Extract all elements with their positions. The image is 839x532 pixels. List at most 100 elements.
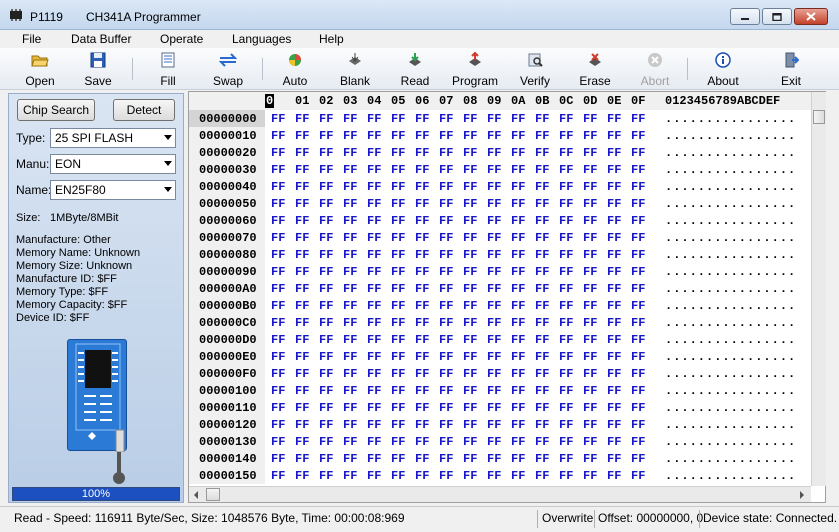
hex-byte-cell[interactable]: FF [535, 265, 549, 279]
hex-byte-cell[interactable]: FF [391, 214, 405, 228]
hex-byte-cell[interactable]: FF [439, 248, 453, 262]
hex-byte-cell[interactable]: FF [535, 316, 549, 330]
hex-byte-cell[interactable]: FF [463, 435, 477, 449]
hex-byte-cell[interactable]: FF [535, 418, 549, 432]
hex-byte-cell[interactable]: FF [511, 418, 525, 432]
hex-byte-cell[interactable]: FF [487, 129, 501, 143]
hex-row[interactable]: 00000040 FF FF FF FF FF FF FF FF FF FF FF FF FF FF FF FF… [189, 178, 811, 195]
hex-byte-cell[interactable]: FF [487, 418, 501, 432]
hex-byte-cell[interactable]: FF [583, 282, 597, 296]
hex-row[interactable]: 000000D0 FF FF FF FF FF FF FF FF FF FF FF FF FF FF FF FF… [189, 331, 811, 348]
hex-byte-cell[interactable]: FF [607, 333, 621, 347]
hex-byte-cell[interactable]: FF [343, 367, 357, 381]
hex-byte-cell[interactable]: FF [415, 384, 429, 398]
hex-byte-cell[interactable]: FF [583, 146, 597, 160]
hex-byte-cell[interactable]: FF [487, 469, 501, 483]
hex-byte-cell[interactable]: FF [271, 129, 285, 143]
hex-byte-cell[interactable]: FF [415, 452, 429, 466]
hex-byte-cell[interactable]: FF [439, 231, 453, 245]
hex-byte-cell[interactable]: FF [631, 435, 645, 449]
hex-byte-cell[interactable]: FF [511, 452, 525, 466]
hex-byte-cell[interactable]: FF [391, 435, 405, 449]
hex-byte-cell[interactable]: FF [319, 469, 333, 483]
hex-editor[interactable]: 0 01 02 03 04 05 06 07 08 09 0A 0B 0C 0D 0E 0F 012345678… [188, 91, 826, 503]
hex-row-ascii[interactable]: ................ [665, 333, 796, 347]
menu-help[interactable]: Help [319, 32, 344, 46]
hex-byte-cell[interactable]: FF [319, 180, 333, 194]
hex-byte-cell[interactable]: FF [391, 146, 405, 160]
hex-byte-cell[interactable]: FF [391, 401, 405, 415]
menu-languages[interactable]: Languages [232, 32, 291, 46]
hex-byte-cell[interactable]: FF [319, 231, 333, 245]
hex-byte-cell[interactable]: FF [535, 469, 549, 483]
hex-byte-cell[interactable]: FF [439, 214, 453, 228]
hex-byte-cell[interactable]: FF [295, 112, 309, 126]
hex-byte-cell[interactable]: FF [439, 435, 453, 449]
hex-byte-cell[interactable]: FF [271, 112, 285, 126]
hex-byte-cell[interactable]: FF [511, 163, 525, 177]
detect-button[interactable]: Detect [113, 99, 175, 121]
hex-byte-cell[interactable]: FF [559, 129, 573, 143]
hex-byte-cell[interactable]: FF [583, 350, 597, 364]
hex-byte-cell[interactable]: FF [271, 214, 285, 228]
hex-byte-cell[interactable]: FF [295, 384, 309, 398]
hex-row[interactable]: 00000110 FF FF FF FF FF FF FF FF FF FF FF FF FF FF FF FF… [189, 399, 811, 416]
hex-byte-cell[interactable]: FF [271, 180, 285, 194]
hex-byte-cell[interactable]: FF [583, 469, 597, 483]
hex-byte-cell[interactable]: FF [511, 367, 525, 381]
hex-row[interactable]: 000000F0 FF FF FF FF FF FF FF FF FF FF FF FF FF FF FF FF… [189, 365, 811, 382]
hex-byte-cell[interactable]: FF [439, 112, 453, 126]
hex-byte-cell[interactable]: FF [319, 384, 333, 398]
hex-byte-cell[interactable]: FF [271, 146, 285, 160]
hex-byte-cell[interactable]: FF [391, 129, 405, 143]
hex-byte-cell[interactable]: FF [343, 452, 357, 466]
hex-byte-cell[interactable]: FF [319, 452, 333, 466]
hex-byte-cell[interactable]: FF [319, 146, 333, 160]
hex-byte-cell[interactable]: FF [391, 384, 405, 398]
hex-byte-cell[interactable]: FF [415, 401, 429, 415]
hex-byte-cell[interactable]: FF [535, 163, 549, 177]
hex-byte-cell[interactable]: FF [559, 452, 573, 466]
hex-row-ascii[interactable]: ................ [665, 180, 796, 194]
hex-byte-cell[interactable]: FF [487, 265, 501, 279]
hex-byte-cell[interactable]: FF [583, 112, 597, 126]
hex-byte-cell[interactable]: FF [511, 214, 525, 228]
hex-byte-cell[interactable]: FF [559, 384, 573, 398]
hex-byte-cell[interactable]: FF [583, 197, 597, 211]
hex-byte-cell[interactable]: FF [367, 231, 381, 245]
hex-row[interactable]: 00000000 FF FF FF FF FF FF FF FF FF FF FF FF FF FF FF FF… [189, 110, 811, 127]
hex-byte-cell[interactable]: FF [415, 469, 429, 483]
hex-byte-cell[interactable]: FF [439, 282, 453, 296]
hex-byte-cell[interactable]: FF [583, 163, 597, 177]
menu-data-buffer[interactable]: Data Buffer [71, 32, 131, 46]
hex-byte-cell[interactable]: FF [343, 231, 357, 245]
hex-byte-cell[interactable]: FF [391, 180, 405, 194]
hex-byte-cell[interactable]: FF [367, 469, 381, 483]
hex-byte-cell[interactable]: FF [319, 299, 333, 313]
hex-byte-cell[interactable]: FF [439, 299, 453, 313]
hex-row[interactable]: 000000B0 FF FF FF FF FF FF FF FF FF FF FF FF FF FF FF FF… [189, 297, 811, 314]
hex-byte-cell[interactable]: FF [439, 469, 453, 483]
hex-byte-cell[interactable]: FF [415, 265, 429, 279]
hex-byte-cell[interactable]: FF [391, 350, 405, 364]
hex-byte-cell[interactable]: FF [439, 452, 453, 466]
hex-row[interactable]: 00000050 FF FF FF FF FF FF FF FF FF FF FF FF FF FF FF FF… [189, 195, 811, 212]
hex-byte-cell[interactable]: FF [631, 367, 645, 381]
hex-byte-cell[interactable]: FF [295, 435, 309, 449]
hex-byte-cell[interactable]: FF [343, 163, 357, 177]
hex-row-ascii[interactable]: ................ [665, 265, 796, 279]
hex-byte-cell[interactable]: FF [487, 401, 501, 415]
swap-button[interactable]: Swap [208, 48, 248, 88]
hex-byte-cell[interactable]: FF [511, 384, 525, 398]
hex-byte-cell[interactable]: FF [631, 316, 645, 330]
hex-byte-cell[interactable]: FF [391, 248, 405, 262]
hex-row-ascii[interactable]: ................ [665, 214, 796, 228]
hex-byte-cell[interactable]: FF [559, 316, 573, 330]
hex-byte-cell[interactable]: FF [607, 316, 621, 330]
hex-byte-cell[interactable]: FF [535, 112, 549, 126]
hex-byte-cell[interactable]: FF [511, 180, 525, 194]
hex-byte-cell[interactable]: FF [631, 350, 645, 364]
hex-byte-cell[interactable]: FF [463, 367, 477, 381]
hex-byte-cell[interactable]: FF [271, 163, 285, 177]
hex-byte-cell[interactable]: FF [415, 299, 429, 313]
